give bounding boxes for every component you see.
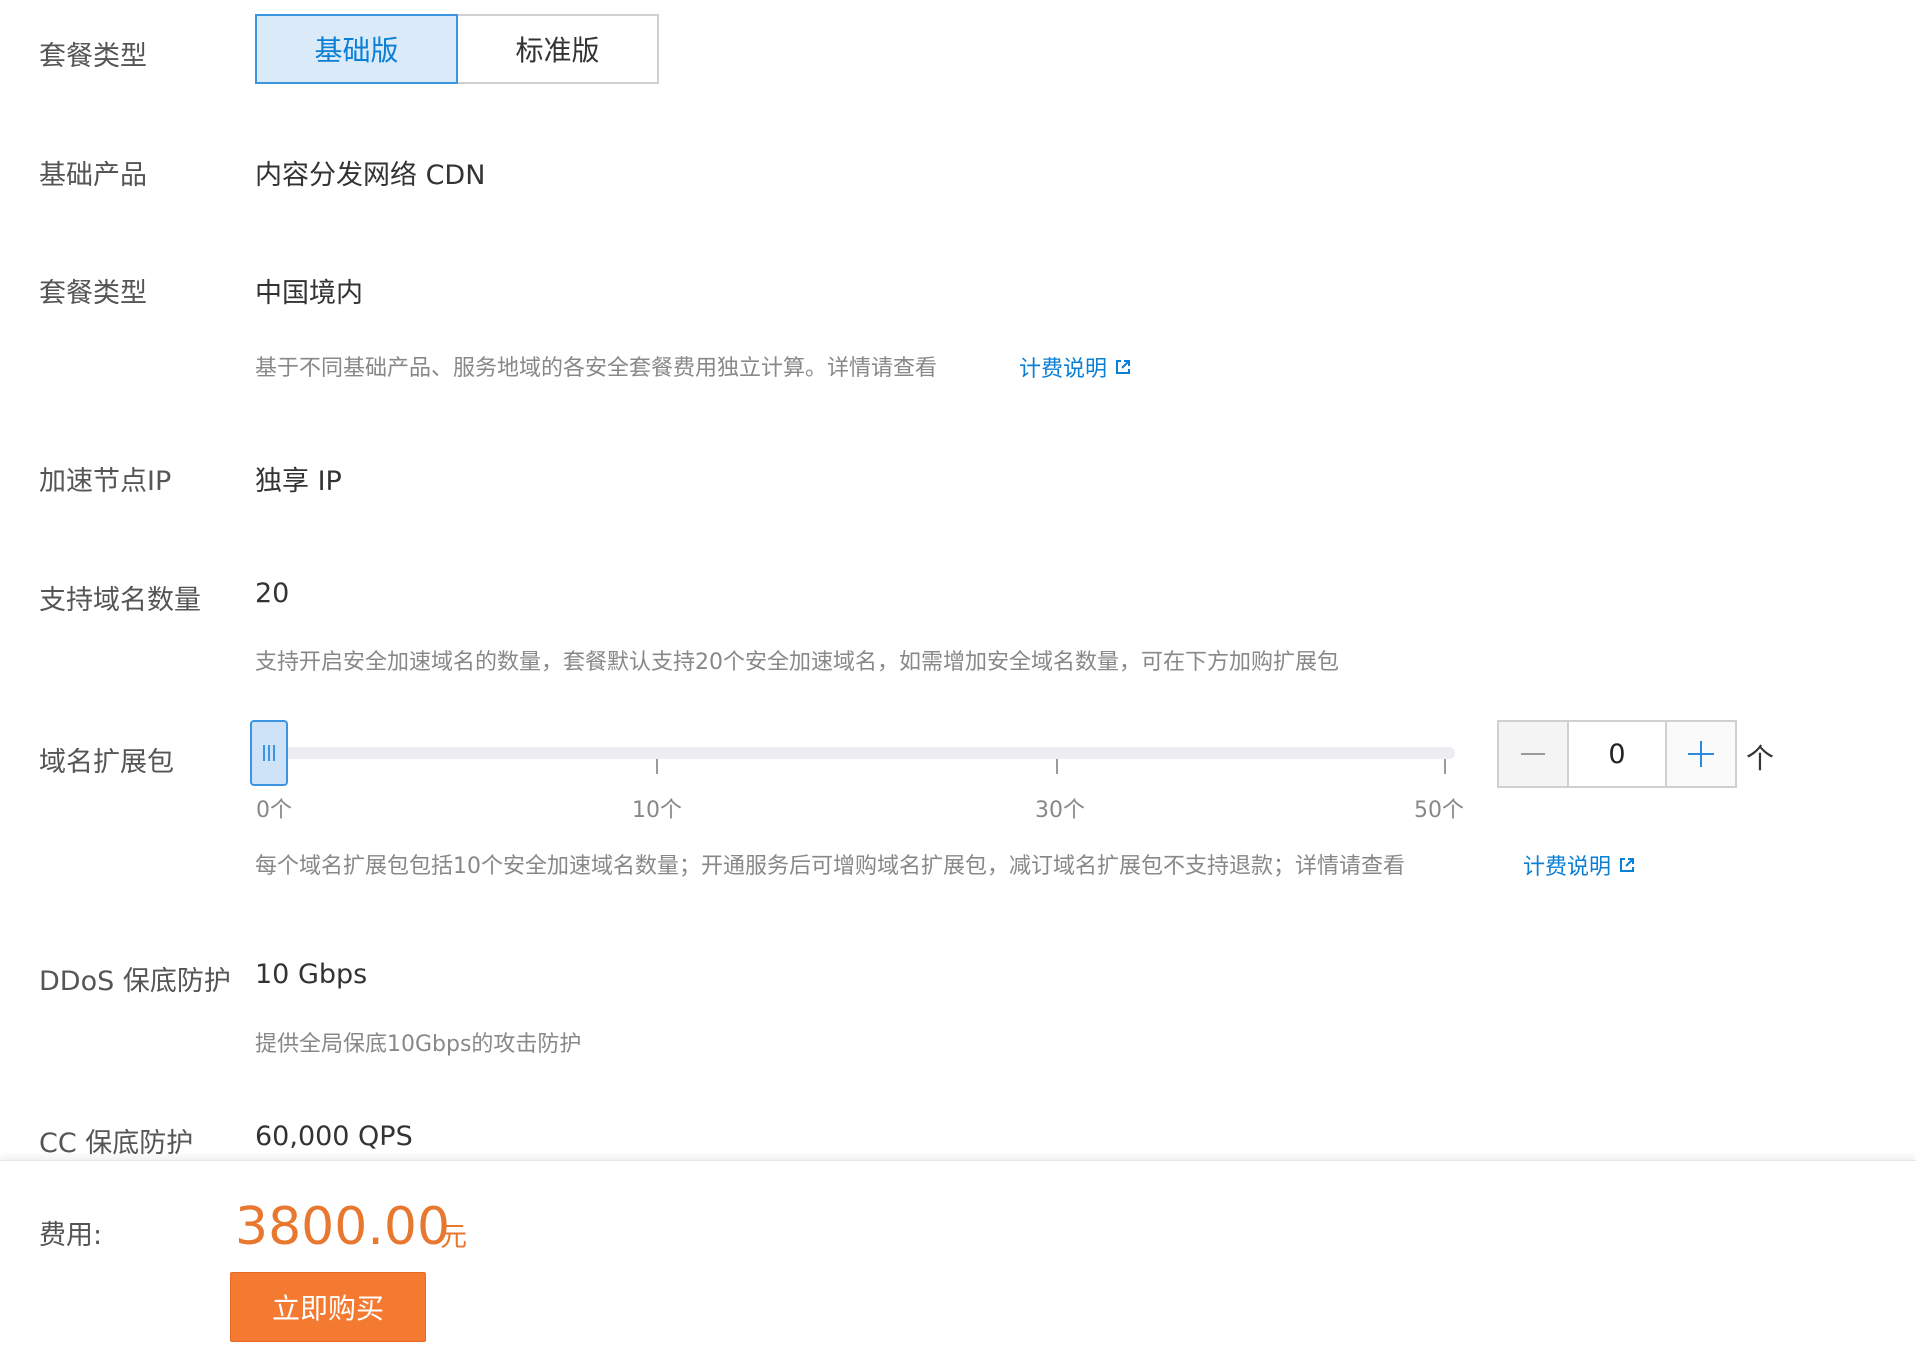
package-type-label: 套餐类型: [39, 41, 147, 72]
ddos-value: 10 Gbps: [255, 959, 368, 990]
slider-tick: [656, 759, 658, 774]
domain-count-value: 20: [255, 578, 290, 609]
cc-label: CC 保底防护: [39, 1128, 194, 1159]
config-form: 套餐类型 基础版 标准版 基础产品 内容分发网络 CDN 套餐类型 中国境内 基…: [0, 0, 1916, 1160]
slider-tick: [1056, 759, 1058, 774]
package-type-segmented: 基础版 标准版: [255, 14, 659, 84]
decrement-button[interactable]: [1499, 722, 1569, 786]
slider-tick-label: 30个: [1035, 798, 1085, 823]
region-label: 套餐类型: [39, 278, 147, 309]
price-value: 3800.00: [235, 1197, 451, 1257]
slider-tick: [1444, 759, 1446, 774]
base-product-label: 基础产品: [39, 160, 147, 191]
domain-count-label: 支持域名数量: [39, 585, 201, 616]
cc-value: 60,000 QPS: [255, 1121, 413, 1152]
external-link-icon: [1620, 858, 1635, 872]
slider-tick-label: 0个: [256, 798, 292, 823]
domain-pack-description: 每个域名扩展包包括10个安全加速域名数量；开通服务后可增购域名扩展包，减订域名扩…: [255, 854, 1405, 879]
quantity-unit: 个: [1746, 742, 1775, 775]
node-ip-value: 独享 IP: [255, 466, 342, 497]
node-ip-label: 加速节点IP: [39, 466, 172, 497]
package-standard-button[interactable]: 标准版: [456, 14, 659, 84]
external-link-icon: [1116, 360, 1131, 374]
plus-icon: [1688, 741, 1714, 767]
base-product-value: 内容分发网络 CDN: [255, 160, 486, 191]
minus-icon: [1521, 753, 1545, 755]
domain-pack-label: 域名扩展包: [39, 747, 174, 778]
quantity-stepper: [1497, 720, 1737, 788]
billing-link[interactable]: 计费说明: [1019, 351, 1131, 383]
increment-button[interactable]: [1665, 722, 1735, 786]
domain-pack-slider[interactable]: 0个 10个 30个 50个: [250, 720, 1464, 823]
region-value: 中国境内: [255, 278, 363, 309]
region-description: 基于不同基础产品、服务地域的各安全套餐费用独立计算。详情请查看: [255, 356, 938, 381]
slider-handle[interactable]: [250, 720, 288, 786]
fee-label: 费用:: [39, 1220, 103, 1251]
slider-tick-label: 10个: [632, 798, 682, 823]
ddos-description: 提供全局保底10Gbps的攻击防护: [255, 1032, 582, 1057]
ddos-label: DDoS 保底防护: [39, 966, 231, 997]
slider-tick-label: 50个: [1414, 798, 1464, 823]
package-basic-button[interactable]: 基础版: [255, 14, 458, 84]
order-footer: 费用: 3800.00 元 立即购买: [0, 1160, 1916, 1368]
quantity-input[interactable]: [1569, 722, 1665, 786]
domain-count-description: 支持开启安全加速域名的数量，套餐默认支持20个安全加速域名，如需增加安全域名数量…: [255, 650, 1339, 675]
buy-now-button[interactable]: 立即购买: [230, 1272, 426, 1342]
price-currency: 元: [440, 1222, 467, 1253]
billing-link-label[interactable]: 计费说明: [1523, 849, 1611, 881]
billing-link[interactable]: 计费说明: [1523, 849, 1635, 881]
billing-link-label[interactable]: 计费说明: [1019, 351, 1107, 383]
slider-track[interactable]: [255, 747, 1455, 759]
